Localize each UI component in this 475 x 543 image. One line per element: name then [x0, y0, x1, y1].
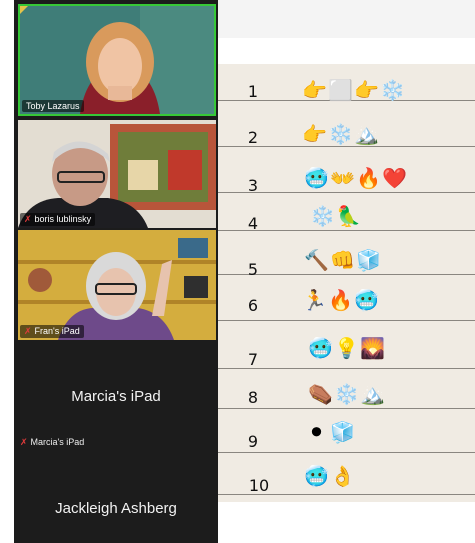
snowflake-emoji: ❄️	[334, 382, 360, 406]
participant-tile-fran[interactable]: ✗ Fran's iPad	[18, 230, 216, 340]
shared-screen-bottom	[218, 502, 475, 543]
mic-muted-icon: ✗	[20, 437, 28, 447]
fist-emoji: 👊	[330, 248, 356, 272]
row-emoji-clue: ❄️🦜	[310, 204, 362, 228]
row-number: 6	[247, 296, 259, 315]
mic-muted-icon: ✗	[24, 214, 32, 224]
row-emoji-clue: 🥶👌	[304, 464, 356, 488]
emoji-puzzle-sheet: 1 👉⬜👉❄️ 2 👉❄️🏔️ 3 🥶👐🔥❤️ 4 ❄️🦜 5 🔨👊🧊 6 🏃🔥…	[218, 64, 475, 502]
cold-face-emoji: 🥶	[304, 166, 330, 190]
pointing-right-emoji: 👉	[302, 78, 328, 102]
rule-line	[218, 452, 475, 453]
parrot-emoji: 🦜	[336, 204, 362, 228]
row-number: 10	[248, 476, 270, 495]
coffin-emoji: ⚰️	[308, 382, 334, 406]
ice-emoji: 🧊	[356, 248, 382, 272]
participant-tile-toby[interactable]: Toby Lazarus	[18, 4, 216, 116]
shared-screen-band	[218, 38, 475, 64]
row-number: 1	[247, 82, 259, 101]
row-number: 3	[247, 176, 259, 195]
row-emoji-clue: 🏃🔥🥶	[302, 288, 380, 312]
snowflake-emoji: ❄️	[328, 122, 354, 146]
red-heart-emoji: ❤️	[382, 166, 408, 190]
video-feed	[20, 6, 214, 114]
row-emoji-clue: 🥶👐🔥❤️	[304, 166, 408, 190]
mountain-emoji: 🏔️	[354, 122, 380, 146]
participant-name-tag: ✗ boris lublinsky	[20, 213, 96, 226]
participant-name-tag: Toby Lazarus	[22, 100, 84, 112]
black-circle-emoji: ⚫	[308, 420, 326, 444]
tile-corner-marker	[20, 6, 28, 14]
row-emoji-clue: 🔨👊🧊	[304, 248, 382, 272]
row-emoji-clue: 👉⬜👉❄️	[302, 78, 406, 102]
ice-emoji: 🧊	[330, 420, 356, 444]
row-number: 2	[247, 128, 259, 147]
row-emoji-clue: 🥶💡🌄	[308, 336, 386, 360]
rule-line	[218, 320, 475, 321]
participant-strip: Toby Lazarus ✗ boris lublinsky ✗ Fran's …	[14, 0, 218, 543]
fire-emoji: 🔥	[356, 166, 382, 190]
row-number: 7	[247, 350, 259, 369]
pointing-right-emoji: 👉	[302, 122, 328, 146]
cold-face-emoji: 🥶	[308, 336, 334, 360]
row-number: 4	[247, 214, 259, 233]
participant-tile-boris[interactable]: ✗ boris lublinsky	[18, 120, 216, 228]
pointing-right-emoji: 👉	[354, 78, 380, 102]
participant-name-tag: ✗ Fran's iPad	[20, 325, 84, 338]
row-emoji-clue: ⚫ 🧊	[304, 420, 356, 444]
shared-screen-top-bar	[218, 0, 475, 38]
participant-display-name[interactable]: Jackleigh Ashberg	[18, 500, 214, 517]
participant-name-tag: ✗ Marcia's iPad	[20, 437, 85, 447]
ok-hand-emoji: 👌	[330, 464, 356, 488]
row-emoji-clue: ⚰️❄️🏔️	[308, 382, 386, 406]
row-emoji-clue: 👉❄️🏔️	[302, 122, 380, 146]
hammer-emoji: 🔨	[304, 248, 330, 272]
light-bulb-emoji: 💡	[334, 336, 360, 360]
white-square-emoji: ⬜	[328, 78, 354, 102]
mountain-emoji: 🏔️	[360, 382, 386, 406]
cold-face-emoji: 🥶	[304, 464, 330, 488]
video-feed	[18, 120, 216, 228]
cold-face-emoji: 🥶	[354, 288, 380, 312]
row-number: 5	[247, 260, 259, 279]
snowflake-emoji: ❄️	[380, 78, 406, 102]
sunrise-emoji: 🌄	[360, 336, 386, 360]
rule-line	[218, 408, 475, 409]
video-feed	[18, 230, 216, 340]
row-number: 8	[247, 388, 259, 407]
runner-emoji: 🏃	[302, 288, 328, 312]
snowflake-emoji: ❄️	[310, 204, 336, 228]
fire-emoji: 🔥	[328, 288, 354, 312]
open-hands-emoji: 👐	[330, 166, 356, 190]
row-number: 9	[247, 432, 259, 451]
mic-muted-icon: ✗	[24, 326, 32, 336]
participant-display-name[interactable]: Marcia's iPad	[18, 388, 214, 405]
